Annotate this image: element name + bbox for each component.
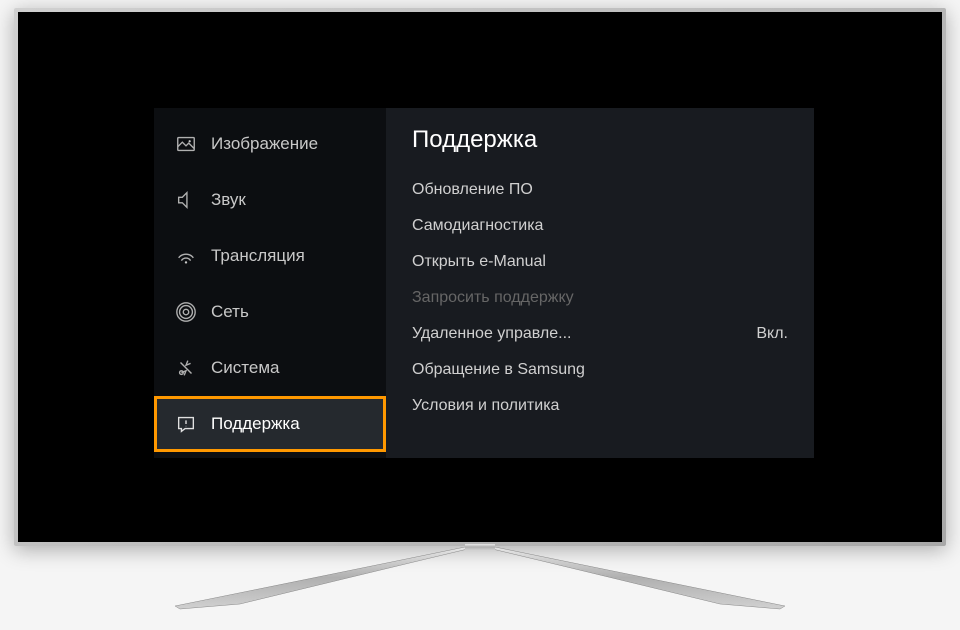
sidebar-item-label: Сеть bbox=[211, 302, 249, 322]
network-icon bbox=[175, 301, 197, 323]
content-item-software-update[interactable]: Обновление ПО bbox=[412, 172, 788, 208]
content-title: Поддержка bbox=[412, 126, 788, 154]
support-icon bbox=[175, 413, 197, 435]
content-panel: Поддержка Обновление ПО Самодиагностика … bbox=[386, 108, 814, 458]
content-item-label: Удаленное управле... bbox=[412, 325, 571, 343]
sidebar-item-system[interactable]: Система bbox=[154, 340, 386, 396]
content-item-label: Условия и политика bbox=[412, 397, 559, 415]
content-item-label: Самодиагностика bbox=[412, 217, 543, 235]
content-item-self-diagnosis[interactable]: Самодиагностика bbox=[412, 208, 788, 244]
sidebar-item-label: Система bbox=[211, 358, 279, 378]
tv-frame: Изображение Звук Трансляция bbox=[14, 8, 946, 546]
tv-screen: Изображение Звук Трансляция bbox=[18, 12, 942, 542]
content-item-label: Запросить поддержку bbox=[412, 289, 574, 307]
sidebar-item-support[interactable]: Поддержка bbox=[154, 396, 386, 452]
settings-sidebar: Изображение Звук Трансляция bbox=[154, 108, 386, 458]
content-item-label: Обращение в Samsung bbox=[412, 361, 585, 379]
content-item-value: Вкл. bbox=[756, 325, 788, 343]
content-item-e-manual[interactable]: Открыть e-Manual bbox=[412, 244, 788, 280]
picture-icon bbox=[175, 133, 197, 155]
sidebar-item-label: Звук bbox=[211, 190, 246, 210]
content-item-terms-policy[interactable]: Условия и политика bbox=[412, 388, 788, 424]
system-icon bbox=[175, 357, 197, 379]
content-item-label: Открыть e-Manual bbox=[412, 253, 546, 271]
sidebar-item-label: Трансляция bbox=[211, 246, 305, 266]
tv-stand bbox=[140, 544, 820, 614]
content-item-remote-management[interactable]: Удаленное управле... Вкл. bbox=[412, 316, 788, 352]
content-item-request-support: Запросить поддержку bbox=[412, 280, 788, 316]
sidebar-item-broadcast[interactable]: Трансляция bbox=[154, 228, 386, 284]
settings-menu: Изображение Звук Трансляция bbox=[154, 108, 814, 458]
sidebar-item-network[interactable]: Сеть bbox=[154, 284, 386, 340]
sidebar-item-picture[interactable]: Изображение bbox=[154, 116, 386, 172]
sidebar-item-label: Изображение bbox=[211, 134, 318, 154]
sidebar-item-sound[interactable]: Звук bbox=[154, 172, 386, 228]
content-item-label: Обновление ПО bbox=[412, 181, 533, 199]
sound-icon bbox=[175, 189, 197, 211]
sidebar-item-label: Поддержка bbox=[211, 414, 300, 434]
broadcast-icon bbox=[175, 245, 197, 267]
content-item-contact-samsung[interactable]: Обращение в Samsung bbox=[412, 352, 788, 388]
